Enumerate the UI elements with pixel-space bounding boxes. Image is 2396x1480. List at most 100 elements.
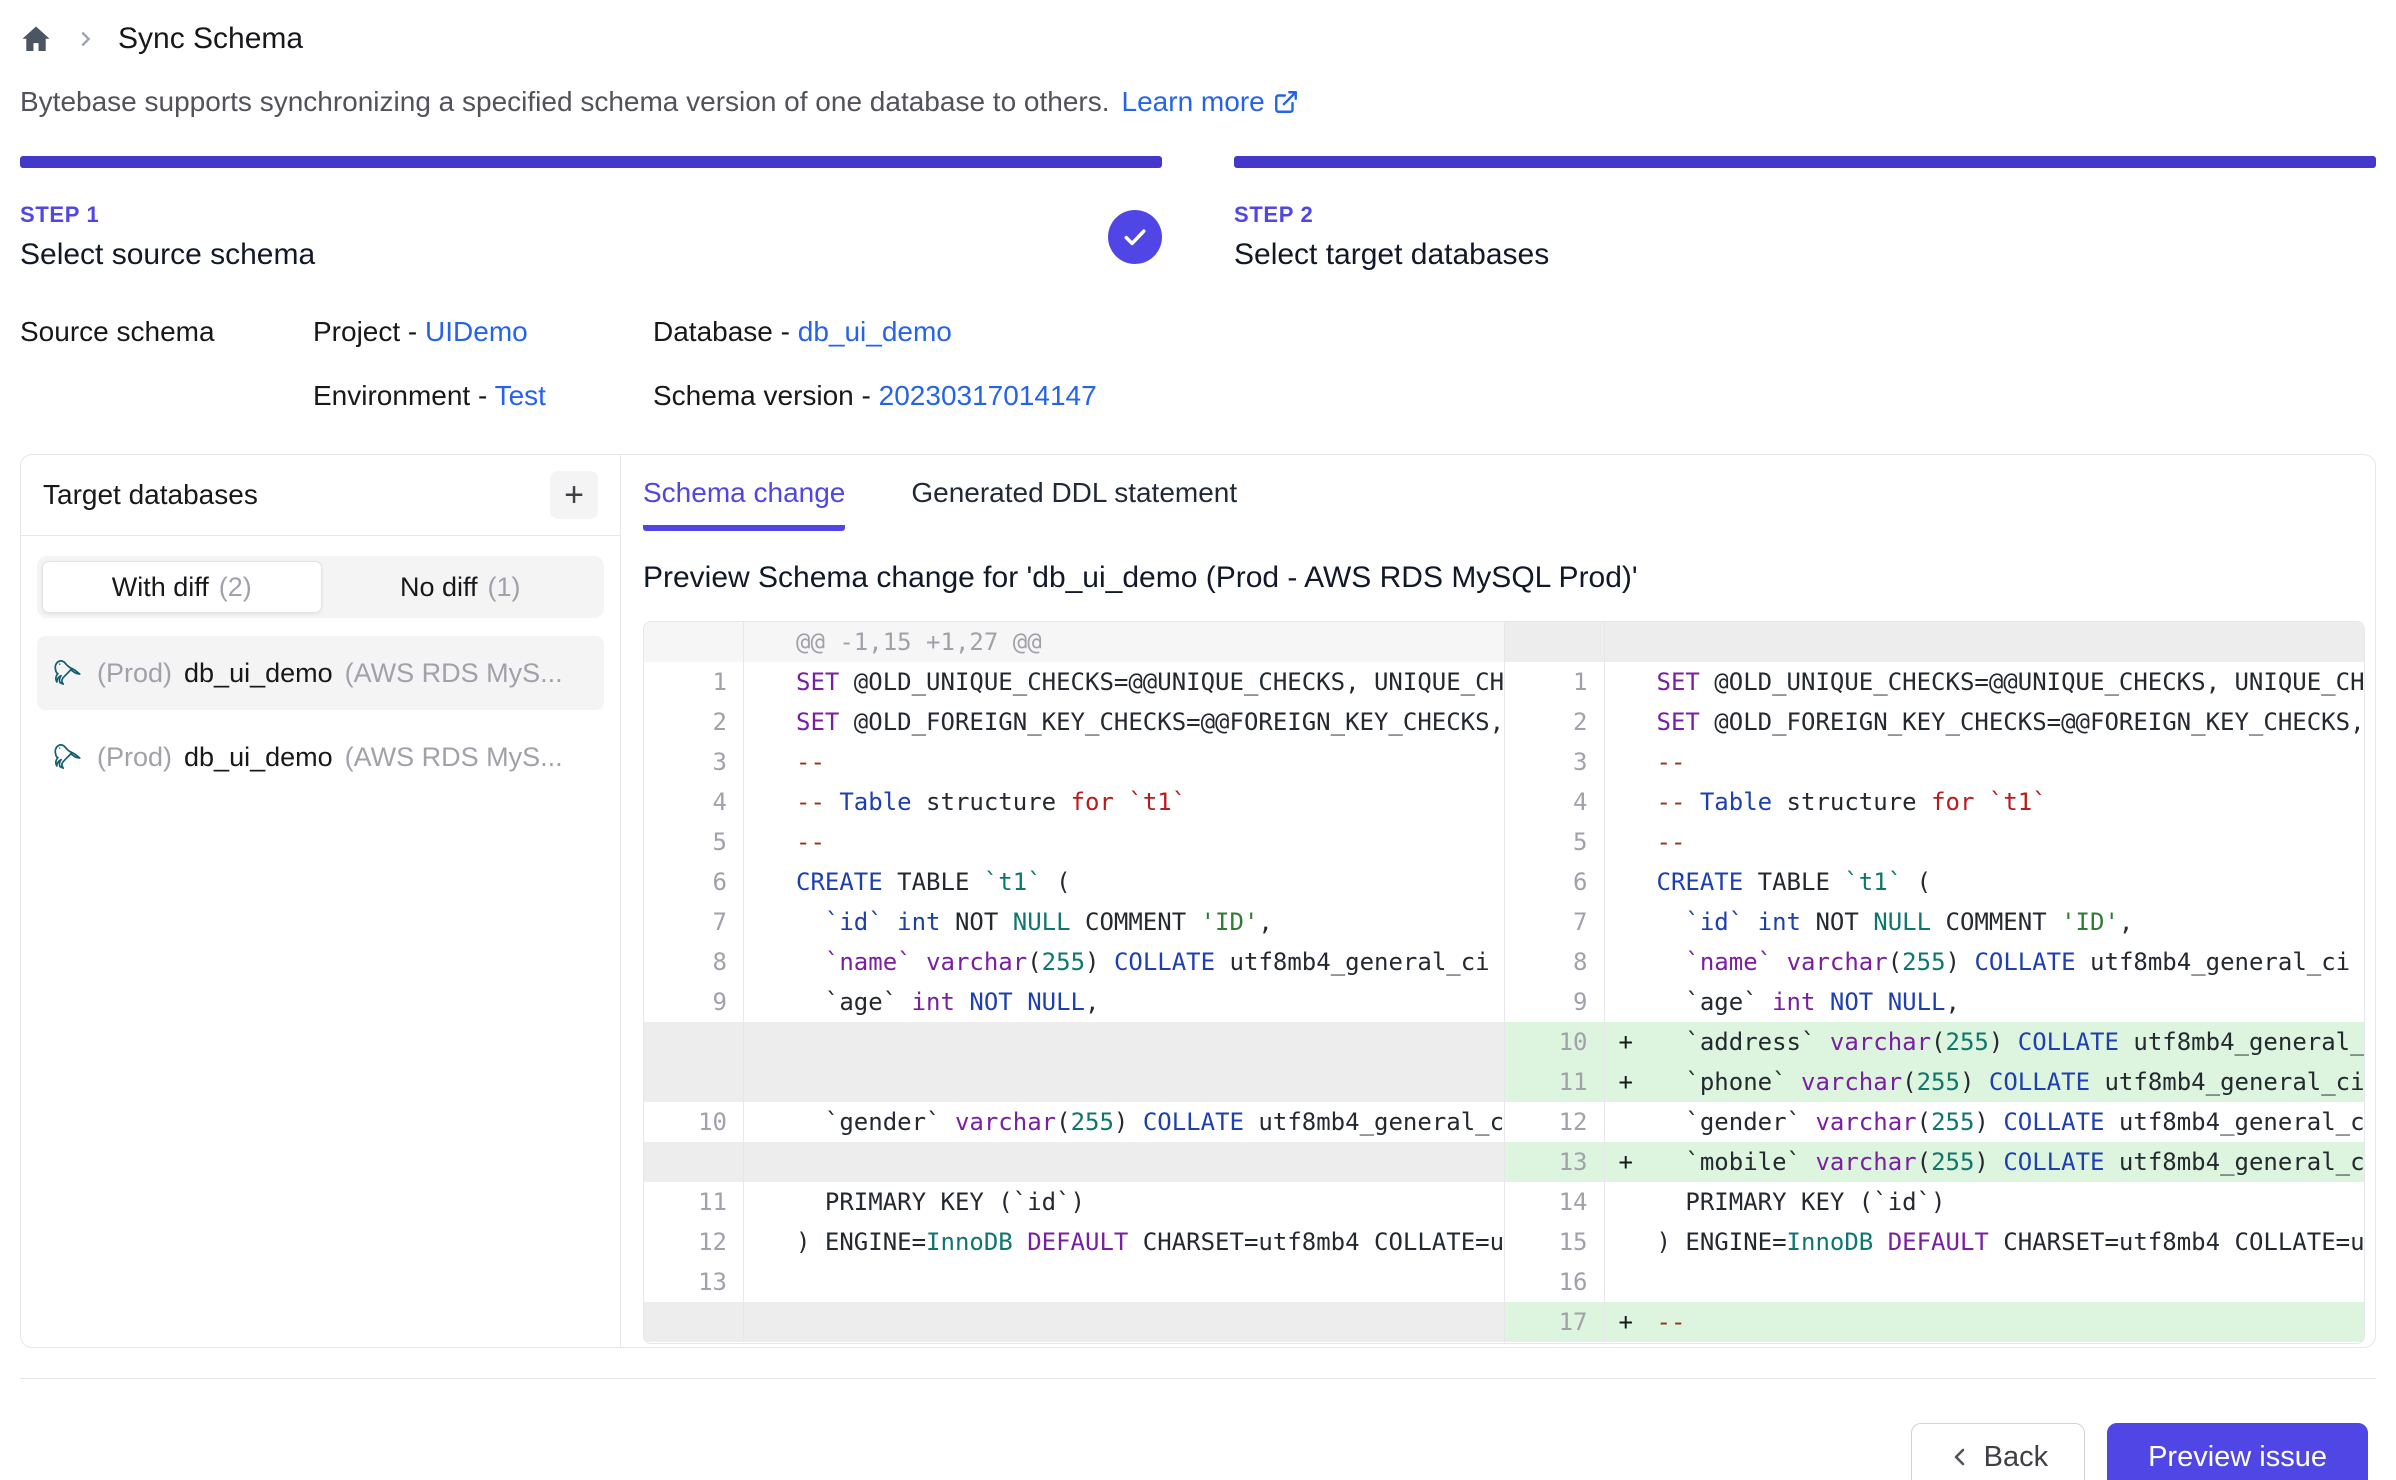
database-instance: (AWS RDS MyS... xyxy=(345,742,563,773)
code-line: `id` int NOT NULL COMMENT 'ID', xyxy=(796,902,1504,942)
diff-sign xyxy=(744,1222,796,1262)
line-number: 14 xyxy=(1505,1182,1605,1222)
diff-sign xyxy=(1605,1182,1657,1222)
code-line: CREATE TABLE `t1` ( xyxy=(796,862,1504,902)
line-number xyxy=(644,1022,744,1102)
code-line: `gender` varchar(255) COLLATE utf8mb4_ge… xyxy=(1657,1102,2365,1142)
diff-pane-target: 1SET @OLD_UNIQUE_CHECKS=@@UNIQUE_CHECKS,… xyxy=(1504,622,2365,1343)
schema-preview-area: Schema change Generated DDL statement Pr… xyxy=(621,455,2375,1347)
diff-code-row: 4 -- Table structure for `t1` xyxy=(1505,782,2365,822)
diff-sign: + xyxy=(1605,1142,1657,1182)
diff-hunk-header-row: @@ -1,15 +1,27 @@ xyxy=(644,622,1504,662)
preview-tabs: Schema change Generated DDL statement xyxy=(643,477,2365,531)
learn-more-label: Learn more xyxy=(1122,86,1265,118)
line-number: 8 xyxy=(1505,942,1605,982)
diff-sign xyxy=(744,982,796,1022)
page-title: Sync Schema xyxy=(118,22,303,56)
diff-sign xyxy=(1605,862,1657,902)
line-number xyxy=(644,622,744,662)
diff-sign xyxy=(744,742,796,782)
diff-placeholder-row xyxy=(1505,622,2365,662)
line-number: 4 xyxy=(1505,782,1605,822)
diff-sign: + xyxy=(1605,1062,1657,1102)
tab-with-diff-count: (2) xyxy=(219,572,252,603)
code-line xyxy=(1657,1262,2365,1302)
tab-no-diff-label: No diff xyxy=(400,572,478,603)
tab-generated-ddl[interactable]: Generated DDL statement xyxy=(911,477,1237,531)
diff-sign xyxy=(744,942,796,982)
tab-no-diff[interactable]: No diff (1) xyxy=(322,561,600,613)
database-name: db_ui_demo xyxy=(184,742,333,773)
database-field-name: Database - xyxy=(653,316,790,347)
plus-icon: + xyxy=(564,478,584,512)
diff-code-row: 2SET @OLD_FOREIGN_KEY_CHECKS=@@FOREIGN_K… xyxy=(1505,702,2365,742)
diff-sign xyxy=(1605,1222,1657,1262)
diff-sign xyxy=(1605,942,1657,982)
footer-actions: Back Preview issue xyxy=(20,1423,2376,1480)
environment-field: Environment - Test xyxy=(313,380,653,412)
code-line: `name` varchar(255) COLLATE utf8mb4_gene… xyxy=(796,942,1504,982)
step-1-check-icon xyxy=(1108,210,1162,264)
environment-field-name: Environment - xyxy=(313,380,487,411)
diff-sign xyxy=(1605,702,1657,742)
diff-code-row: 13+ `mobile` varchar(255) COLLATE utf8mb… xyxy=(1505,1142,2365,1182)
code-line: -- xyxy=(1657,1302,2365,1342)
database-list: (Prod) db_ui_demo (AWS RDS MyS... (Prod)… xyxy=(21,626,620,814)
project-link[interactable]: UIDemo xyxy=(425,316,528,347)
breadcrumb: Sync Schema xyxy=(20,16,2376,62)
step-2-progress-bar xyxy=(1234,156,2376,168)
code-line: `id` int NOT NULL COMMENT 'ID', xyxy=(1657,902,2365,942)
chevron-right-icon xyxy=(74,28,96,50)
step-2: STEP 2 Select target databases xyxy=(1234,156,2376,272)
diff-sign xyxy=(744,1022,796,1102)
diff-sign xyxy=(1605,622,1657,662)
home-icon[interactable] xyxy=(20,23,52,55)
code-line: ) ENGINE=InnoDB DEFAULT CHARSET=utf8mb4 … xyxy=(796,1222,1504,1262)
diff-code-row: 12) ENGINE=InnoDB DEFAULT CHARSET=utf8mb… xyxy=(644,1222,1504,1262)
database-list-item[interactable]: (Prod) db_ui_demo (AWS RDS MyS... xyxy=(37,636,604,710)
code-line: SET @OLD_UNIQUE_CHECKS=@@UNIQUE_CHECKS, … xyxy=(1657,662,2365,702)
code-line: `phone` varchar(255) COLLATE utf8mb4_gen… xyxy=(1657,1062,2365,1102)
diff-code-row: 17+-- xyxy=(1505,1302,2365,1342)
diff-code-row: 11 PRIMARY KEY (`id`) xyxy=(644,1182,1504,1222)
tab-with-diff[interactable]: With diff (2) xyxy=(42,561,322,613)
footer-divider xyxy=(20,1378,2376,1379)
sync-schema-page: Sync Schema Bytebase supports synchroniz… xyxy=(0,0,2396,1480)
diff-code-row: 10+ `address` varchar(255) COLLATE utf8m… xyxy=(1505,1022,2365,1062)
diff-sign xyxy=(1605,822,1657,862)
schema-version-link[interactable]: 20230317014147 xyxy=(879,380,1097,411)
database-link[interactable]: db_ui_demo xyxy=(798,316,952,347)
diff-sign xyxy=(744,1262,796,1302)
back-button[interactable]: Back xyxy=(1911,1423,2085,1480)
line-number: 3 xyxy=(644,742,744,782)
diff-code-row: 9 `age` int NOT NULL, xyxy=(644,982,1504,1022)
diff-code-row: 9 `age` int NOT NULL, xyxy=(1505,982,2365,1022)
code-line: -- xyxy=(1657,742,2365,782)
learn-more-link[interactable]: Learn more xyxy=(1122,86,1299,118)
step-2-label: STEP 2 xyxy=(1234,202,1549,228)
code-line: `name` varchar(255) COLLATE utf8mb4_gene… xyxy=(1657,942,2365,982)
main-panel: Target databases + With diff (2) No diff… xyxy=(20,454,2376,1348)
diff-sign xyxy=(744,622,796,662)
tab-schema-change[interactable]: Schema change xyxy=(643,477,845,531)
line-number: 6 xyxy=(1505,862,1605,902)
code-line: -- Table structure for `t1` xyxy=(1657,782,2365,822)
diff-code-row: 6CREATE TABLE `t1` ( xyxy=(644,862,1504,902)
preview-issue-label: Preview issue xyxy=(2148,1441,2327,1474)
diff-code-row: 7 `id` int NOT NULL COMMENT 'ID', xyxy=(1505,902,2365,942)
diff-code-row: 13 xyxy=(644,1262,1504,1302)
diff-pane-source: @@ -1,15 +1,27 @@1SET @OLD_UNIQUE_CHECKS… xyxy=(644,622,1504,1343)
line-number: 7 xyxy=(1505,902,1605,942)
code-line: `address` varchar(255) COLLATE utf8mb4_g… xyxy=(1657,1022,2365,1062)
database-env: (Prod) xyxy=(97,742,172,773)
external-link-icon xyxy=(1273,89,1299,115)
diff-code-row: 5-- xyxy=(644,822,1504,862)
preview-issue-button[interactable]: Preview issue xyxy=(2107,1423,2368,1480)
environment-link[interactable]: Test xyxy=(495,380,546,411)
database-list-item[interactable]: (Prod) db_ui_demo (AWS RDS MyS... xyxy=(37,720,604,794)
step-1: STEP 1 Select source schema xyxy=(20,156,1162,272)
diff-placeholder-row xyxy=(644,1302,1504,1342)
add-database-button[interactable]: + xyxy=(550,471,598,519)
project-field: Project - UIDemo xyxy=(313,316,653,348)
line-number: 17 xyxy=(1505,1302,1605,1342)
